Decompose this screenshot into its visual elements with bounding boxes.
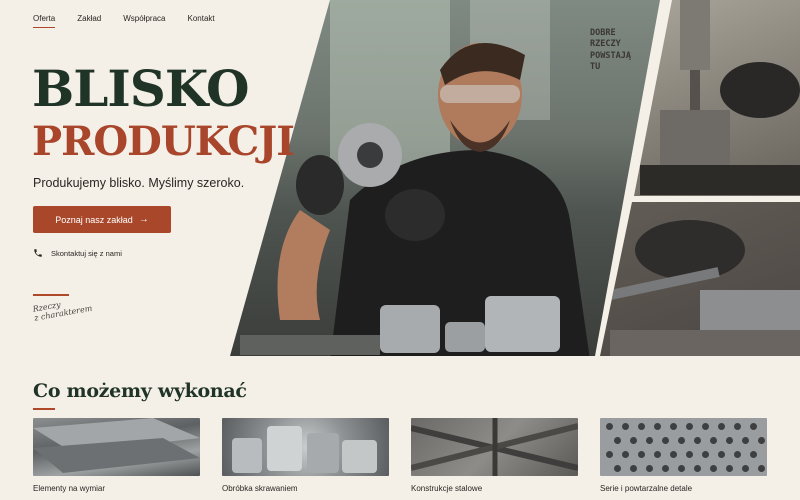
divider (33, 294, 69, 296)
nav-item-wspolpraca[interactable]: Współpraca (123, 14, 165, 27)
perforation-hole (742, 437, 749, 444)
hero-tagline: Produkujemy blisko. Myślimy szeroko. (33, 176, 245, 190)
service-card-label: Obróbka skrawaniem (222, 484, 298, 493)
perforation-hole (758, 465, 765, 472)
perforation-hole (646, 437, 653, 444)
machined-parts-image (222, 418, 389, 476)
hero-title-line2: PRODUKCJI (32, 118, 295, 165)
perforation-hole (614, 465, 621, 472)
perforation-hole (654, 423, 661, 430)
phone-icon (34, 249, 42, 257)
perforation-hole (718, 451, 725, 458)
perforation-hole (702, 451, 709, 458)
perforation-hole (686, 451, 693, 458)
steel-frame-image (411, 418, 578, 476)
nav-item-zaklad[interactable]: Zakład (77, 14, 101, 27)
service-card[interactable]: Obróbka skrawaniem (222, 418, 389, 493)
perforation-hole (694, 437, 701, 444)
wall-sign-line: POWSTAJĄ (590, 50, 631, 61)
perforation-hole (734, 423, 741, 430)
arrow-right-icon: → (138, 214, 149, 225)
perforated-sheet-image (600, 418, 767, 476)
contact-link-label: Skontaktuj się z nami (51, 248, 122, 258)
services-title: Co możemy wykonać (33, 380, 247, 402)
perforation-hole (710, 437, 717, 444)
services-underline (33, 408, 55, 410)
perforation-hole (710, 465, 717, 472)
wall-sign-line: DOBRE (590, 28, 616, 38)
perforation-hole (726, 465, 733, 472)
perforation-hole (662, 465, 669, 472)
perforation-hole (606, 423, 613, 430)
perforation-hole (622, 451, 629, 458)
service-card[interactable]: Serie i powtarzalne detale (600, 418, 767, 493)
service-card[interactable]: Konstrukcje stalowe (411, 418, 578, 493)
hero-title: BLISKO PRODUKCJI (32, 59, 295, 165)
services-cards: Elementy na wymiar Obróbka skrawaniem Ko… (33, 418, 767, 493)
perforation-hole (670, 423, 677, 430)
service-card-label: Konstrukcje stalowe (411, 484, 483, 493)
main-nav: Oferta Zakład Współpraca Kontakt (33, 14, 237, 28)
hero-title-line1: BLISKO (32, 59, 250, 118)
perforation-hole (646, 465, 653, 472)
perforation-hole (670, 451, 677, 458)
perforation-hole (758, 437, 765, 444)
visit-plant-button-label: Poznaj nasz zakład (55, 214, 133, 225)
wall-sign-line: TU (590, 62, 601, 73)
steel-plates-image (33, 418, 200, 476)
perforation-hole (734, 451, 741, 458)
perforation-hole (686, 423, 693, 430)
wall-sign-line: RZECZY (590, 39, 621, 50)
nav-item-oferta[interactable]: Oferta (33, 14, 56, 28)
perforation-hole (718, 423, 725, 430)
perforation-hole (742, 465, 749, 472)
visit-plant-button[interactable]: Poznaj nasz zakład → (33, 206, 171, 233)
wall-sign: DOBRE RZECZY POWSTAJĄ TU (590, 28, 631, 74)
perforation-hole (654, 451, 661, 458)
service-card-label: Elementy na wymiar (33, 484, 106, 493)
perforation-hole (606, 451, 613, 458)
perforation-hole (750, 423, 757, 430)
nav-item-kontakt[interactable]: Kontakt (188, 14, 215, 27)
perforation-hole (662, 437, 669, 444)
perforation-hole (702, 423, 709, 430)
perforation-hole (638, 451, 645, 458)
perforation-hole (678, 465, 685, 472)
perforation-hole (630, 465, 637, 472)
service-card[interactable]: Elementy na wymiar (33, 418, 200, 493)
perforation-hole (630, 437, 637, 444)
perforation-hole (726, 437, 733, 444)
contact-link[interactable]: Skontaktuj się z nami (33, 248, 122, 258)
perforation-hole (622, 423, 629, 430)
hero-section: DOBRE RZECZY POWSTAJĄ TU Oferta Zakład W… (0, 0, 800, 356)
perforation-hole (694, 465, 701, 472)
perforation-hole (750, 451, 757, 458)
perforation-hole (638, 423, 645, 430)
perforation-hole (614, 437, 621, 444)
perforation-hole (678, 437, 685, 444)
service-card-label: Serie i powtarzalne detale (600, 484, 693, 493)
